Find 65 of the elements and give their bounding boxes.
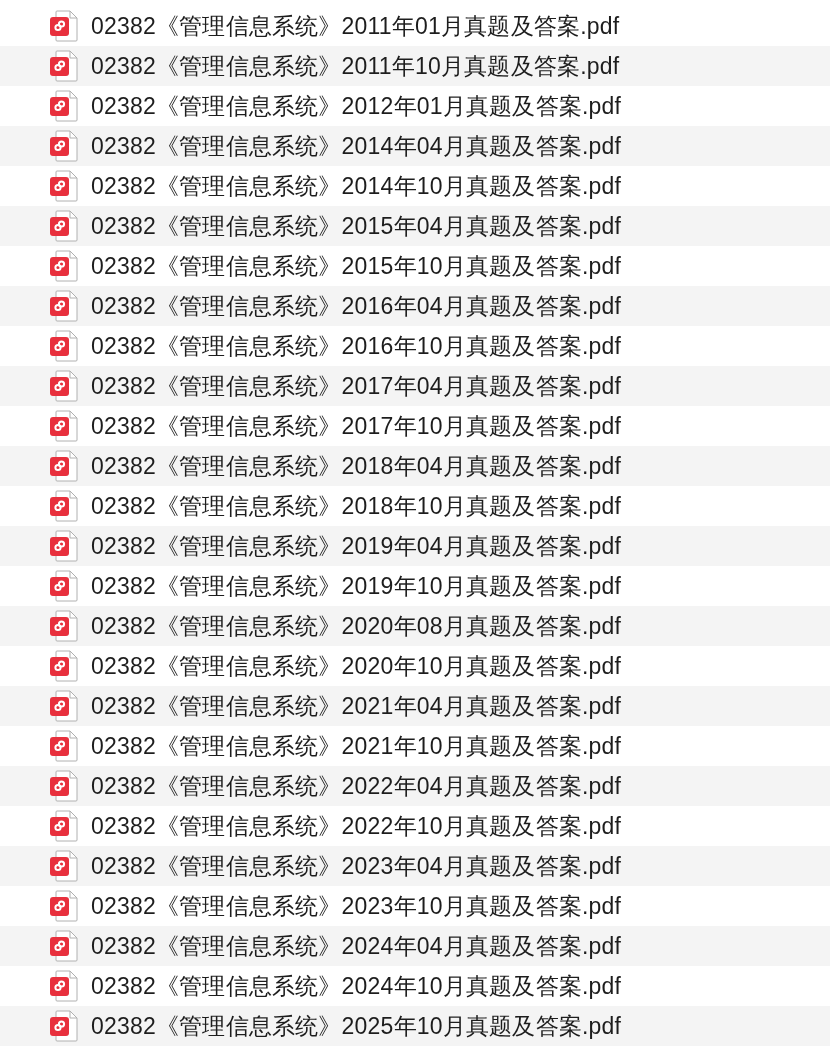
file-name: 02382《管理信息系统》2016年10月真题及答案.pdf — [91, 331, 622, 361]
file-name: 02382《管理信息系统》2023年10月真题及答案.pdf — [91, 891, 622, 921]
pdf-file-icon — [49, 570, 79, 602]
pdf-file-icon — [49, 930, 79, 962]
pdf-file-icon — [49, 890, 79, 922]
pdf-file-icon — [49, 250, 79, 282]
file-name: 02382《管理信息系统》2018年04月真题及答案.pdf — [91, 451, 622, 481]
file-row[interactable]: 02382《管理信息系统》2024年04月真题及答案.pdf — [0, 926, 830, 966]
pdf-file-icon — [49, 650, 79, 682]
pdf-file-icon — [49, 170, 79, 202]
file-row[interactable]: 02382《管理信息系统》2015年04月真题及答案.pdf — [0, 206, 830, 246]
pdf-file-icon — [49, 1010, 79, 1042]
file-name: 02382《管理信息系统》2024年04月真题及答案.pdf — [91, 931, 622, 961]
file-row[interactable]: 02382《管理信息系统》2019年04月真题及答案.pdf — [0, 526, 830, 566]
pdf-file-icon — [49, 290, 79, 322]
pdf-file-icon — [49, 970, 79, 1002]
file-row[interactable]: 02382《管理信息系统》2023年04月真题及答案.pdf — [0, 846, 830, 886]
file-row[interactable]: 02382《管理信息系统》2025年10月真题及答案.pdf — [0, 1006, 830, 1046]
file-name: 02382《管理信息系统》2021年10月真题及答案.pdf — [91, 731, 622, 761]
pdf-file-icon — [49, 410, 79, 442]
pdf-file-icon — [49, 730, 79, 762]
file-name: 02382《管理信息系统》2015年04月真题及答案.pdf — [91, 211, 622, 241]
file-row[interactable]: 02382《管理信息系统》2020年08月真题及答案.pdf — [0, 606, 830, 646]
pdf-file-icon — [49, 490, 79, 522]
pdf-file-icon — [49, 10, 79, 42]
file-name: 02382《管理信息系统》2018年10月真题及答案.pdf — [91, 491, 622, 521]
pdf-file-icon — [49, 810, 79, 842]
file-name: 02382《管理信息系统》2012年01月真题及答案.pdf — [91, 91, 622, 121]
file-name: 02382《管理信息系统》2014年10月真题及答案.pdf — [91, 171, 622, 201]
file-row[interactable]: 02382《管理信息系统》2022年04月真题及答案.pdf — [0, 766, 830, 806]
file-name: 02382《管理信息系统》2015年10月真题及答案.pdf — [91, 251, 622, 281]
file-row[interactable]: 02382《管理信息系统》2011年10月真题及答案.pdf — [0, 46, 830, 86]
pdf-file-icon — [49, 610, 79, 642]
file-row[interactable]: 02382《管理信息系统》2018年04月真题及答案.pdf — [0, 446, 830, 486]
file-name: 02382《管理信息系统》2025年10月真题及答案.pdf — [91, 1011, 622, 1041]
file-row[interactable]: 02382《管理信息系统》2021年04月真题及答案.pdf — [0, 686, 830, 726]
file-name: 02382《管理信息系统》2024年10月真题及答案.pdf — [91, 971, 622, 1001]
pdf-file-icon — [49, 330, 79, 362]
file-row[interactable]: 02382《管理信息系统》2016年04月真题及答案.pdf — [0, 286, 830, 326]
file-name: 02382《管理信息系统》2011年01月真题及答案.pdf — [91, 11, 620, 41]
file-row[interactable]: 02382《管理信息系统》2014年04月真题及答案.pdf — [0, 126, 830, 166]
file-name: 02382《管理信息系统》2019年04月真题及答案.pdf — [91, 531, 622, 561]
file-name: 02382《管理信息系统》2023年04月真题及答案.pdf — [91, 851, 622, 881]
file-name: 02382《管理信息系统》2011年10月真题及答案.pdf — [91, 51, 620, 81]
file-name: 02382《管理信息系统》2021年04月真题及答案.pdf — [91, 691, 622, 721]
pdf-file-icon — [49, 210, 79, 242]
pdf-file-icon — [49, 530, 79, 562]
pdf-file-icon — [49, 50, 79, 82]
pdf-file-icon — [49, 370, 79, 402]
pdf-file-icon — [49, 770, 79, 802]
file-name: 02382《管理信息系统》2017年10月真题及答案.pdf — [91, 411, 622, 441]
file-name: 02382《管理信息系统》2020年08月真题及答案.pdf — [91, 611, 622, 641]
pdf-file-icon — [49, 450, 79, 482]
file-row[interactable]: 02382《管理信息系统》2017年04月真题及答案.pdf — [0, 366, 830, 406]
pdf-file-icon — [49, 90, 79, 122]
file-name: 02382《管理信息系统》2016年04月真题及答案.pdf — [91, 291, 622, 321]
file-name: 02382《管理信息系统》2014年04月真题及答案.pdf — [91, 131, 622, 161]
pdf-file-icon — [49, 850, 79, 882]
file-name: 02382《管理信息系统》2022年10月真题及答案.pdf — [91, 811, 622, 841]
pdf-file-icon — [49, 690, 79, 722]
file-name: 02382《管理信息系统》2022年04月真题及答案.pdf — [91, 771, 622, 801]
pdf-file-icon — [49, 130, 79, 162]
file-name: 02382《管理信息系统》2019年10月真题及答案.pdf — [91, 571, 622, 601]
file-name: 02382《管理信息系统》2020年10月真题及答案.pdf — [91, 651, 622, 681]
file-name: 02382《管理信息系统》2017年04月真题及答案.pdf — [91, 371, 622, 401]
